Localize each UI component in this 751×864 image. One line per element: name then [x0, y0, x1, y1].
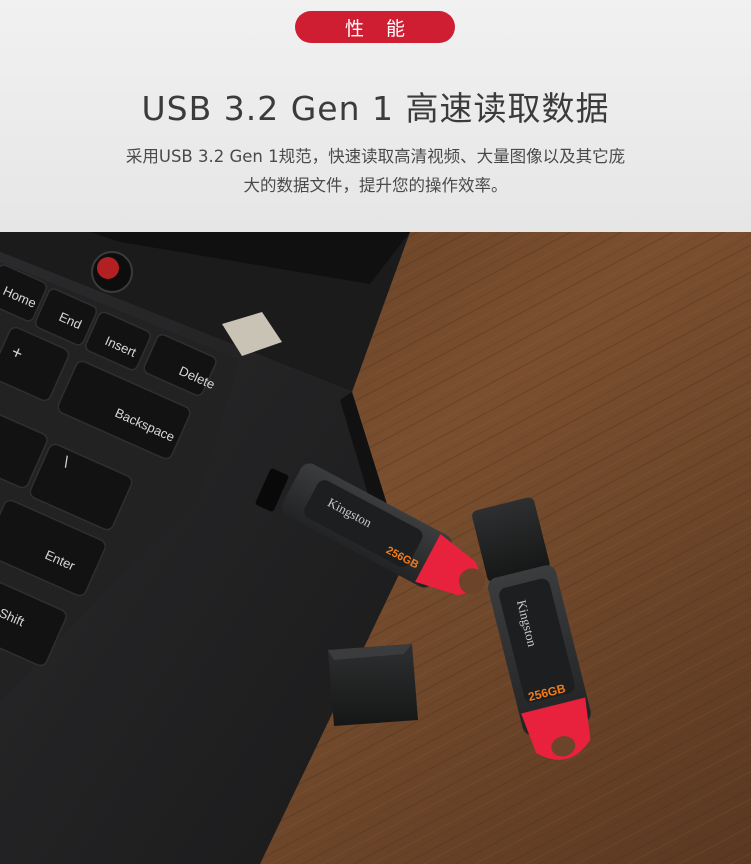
page-title: USB 3.2 Gen 1 高速读取数据 — [141, 89, 610, 128]
header-section: 性 能 USB 3.2 Gen 1 高速读取数据 采用USB 3.2 Gen 1… — [0, 0, 751, 232]
feature-description: 采用USB 3.2 Gen 1规范，快速读取高清视频、大量图像以及其它庞 大的数… — [40, 142, 711, 200]
product-page: 性 能 USB 3.2 Gen 1 高速读取数据 采用USB 3.2 Gen 1… — [0, 0, 751, 864]
product-photo: Home End Insert Delete Backspace Enter S… — [0, 232, 751, 864]
description-line-1: 采用USB 3.2 Gen 1规范，快速读取高清视频、大量图像以及其它庞 — [125, 147, 626, 166]
section-badge: 性 能 — [295, 11, 455, 43]
description-line-2: 大的数据文件，提升您的操作效率。 — [243, 176, 508, 195]
usb-drive-cap — [328, 644, 418, 726]
power-led — [97, 257, 119, 279]
